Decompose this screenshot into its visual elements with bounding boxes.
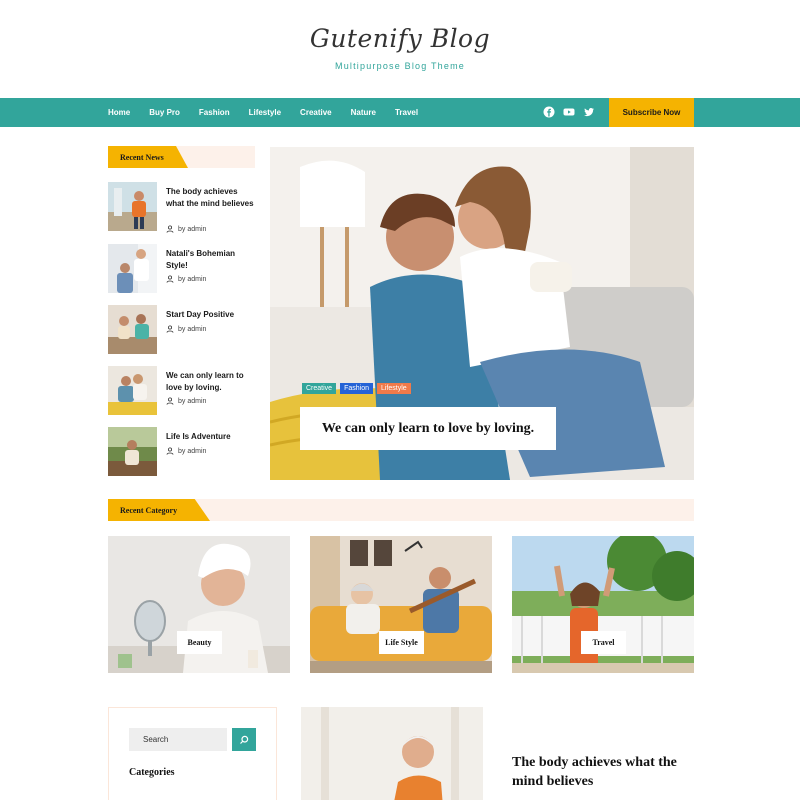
- news-thumbnail[interactable]: [108, 182, 157, 231]
- sidebar-widget: [108, 707, 277, 800]
- search-icon: [240, 735, 249, 744]
- news-author[interactable]: by admin: [166, 325, 206, 333]
- subscribe-button[interactable]: Subscribe Now: [609, 98, 694, 127]
- news-item[interactable]: Natali's Bohemian Style! by admin: [108, 244, 258, 294]
- news-item[interactable]: Start Day Positive by admin: [108, 305, 258, 355]
- site-tagline: Multipurpose Blog Theme: [335, 61, 465, 71]
- site-logo[interactable]: Gutenify Blog: [0, 24, 800, 53]
- news-author-label: by admin: [178, 397, 207, 405]
- news-author[interactable]: by admin: [166, 275, 206, 283]
- youtube-icon[interactable]: [563, 106, 575, 118]
- news-item[interactable]: We can only learn to love by loving. by …: [108, 366, 258, 416]
- nav-menu: Home Buy Pro Fashion Lifestyle Creative …: [108, 98, 437, 127]
- nav-item-creative[interactable]: Creative: [300, 108, 332, 117]
- news-thumbnail[interactable]: [108, 305, 157, 354]
- nav-item-buy-pro[interactable]: Buy Pro: [149, 108, 180, 117]
- hero-tags: Creative Fashion Lifestyle: [302, 383, 411, 394]
- search-input[interactable]: [129, 728, 227, 751]
- news-title[interactable]: Natali's Bohemian Style!: [166, 248, 258, 271]
- news-author-label: by admin: [178, 325, 207, 333]
- user-icon: [166, 447, 174, 455]
- twitter-icon[interactable]: [583, 106, 595, 118]
- tag-creative[interactable]: Creative: [302, 383, 337, 394]
- tag-fashion[interactable]: Fashion: [340, 383, 373, 394]
- news-item[interactable]: The body achieves what the mind believes…: [108, 182, 258, 233]
- category-label-beauty[interactable]: Beauty: [177, 631, 222, 654]
- news-title[interactable]: Life Is Adventure: [166, 431, 258, 443]
- news-author[interactable]: by admin: [166, 397, 206, 405]
- user-icon: [166, 397, 174, 405]
- search-button[interactable]: [232, 728, 256, 751]
- news-author-label: by admin: [178, 275, 207, 283]
- news-item[interactable]: Life Is Adventure by admin: [108, 427, 258, 477]
- news-thumbnail[interactable]: [108, 366, 157, 415]
- featured-post-image[interactable]: [301, 707, 483, 800]
- news-title[interactable]: We can only learn to love by loving.: [166, 370, 258, 393]
- news-title[interactable]: The body achieves what the mind believes: [166, 186, 258, 209]
- category-label-lifestyle[interactable]: Life Style: [379, 631, 424, 654]
- nav-item-fashion[interactable]: Fashion: [199, 108, 230, 117]
- news-author-label: by admin: [178, 447, 207, 455]
- recent-news-heading: Recent News: [108, 146, 188, 168]
- nav-item-home[interactable]: Home: [108, 108, 130, 117]
- social-links: [543, 106, 595, 118]
- categories-heading: Categories: [129, 767, 175, 778]
- recent-news-heading-bar: Recent News: [108, 146, 255, 168]
- news-author[interactable]: by admin: [166, 225, 206, 233]
- recent-category-heading: Recent Category: [108, 499, 210, 521]
- tag-lifestyle[interactable]: Lifestyle: [376, 383, 411, 394]
- site-header: Gutenify Blog Multipurpose Blog Theme: [0, 0, 800, 98]
- category-label-travel[interactable]: Travel: [581, 631, 626, 654]
- recent-category-heading-bar: Recent Category: [108, 499, 694, 521]
- featured-post-title[interactable]: The body achieves what the mind believes: [512, 753, 692, 791]
- nav-item-travel[interactable]: Travel: [395, 108, 418, 117]
- user-icon: [166, 275, 174, 283]
- news-thumbnail[interactable]: [108, 244, 157, 293]
- news-title[interactable]: Start Day Positive: [166, 309, 258, 321]
- news-thumbnail[interactable]: [108, 427, 157, 476]
- hero-title[interactable]: We can only learn to love by loving.: [300, 407, 556, 450]
- nav-item-nature[interactable]: Nature: [351, 108, 376, 117]
- user-icon: [166, 225, 174, 233]
- news-author-label: by admin: [178, 225, 207, 233]
- nav-item-lifestyle[interactable]: Lifestyle: [249, 108, 281, 117]
- facebook-icon[interactable]: [543, 106, 555, 118]
- user-icon: [166, 325, 174, 333]
- news-author[interactable]: by admin: [166, 447, 206, 455]
